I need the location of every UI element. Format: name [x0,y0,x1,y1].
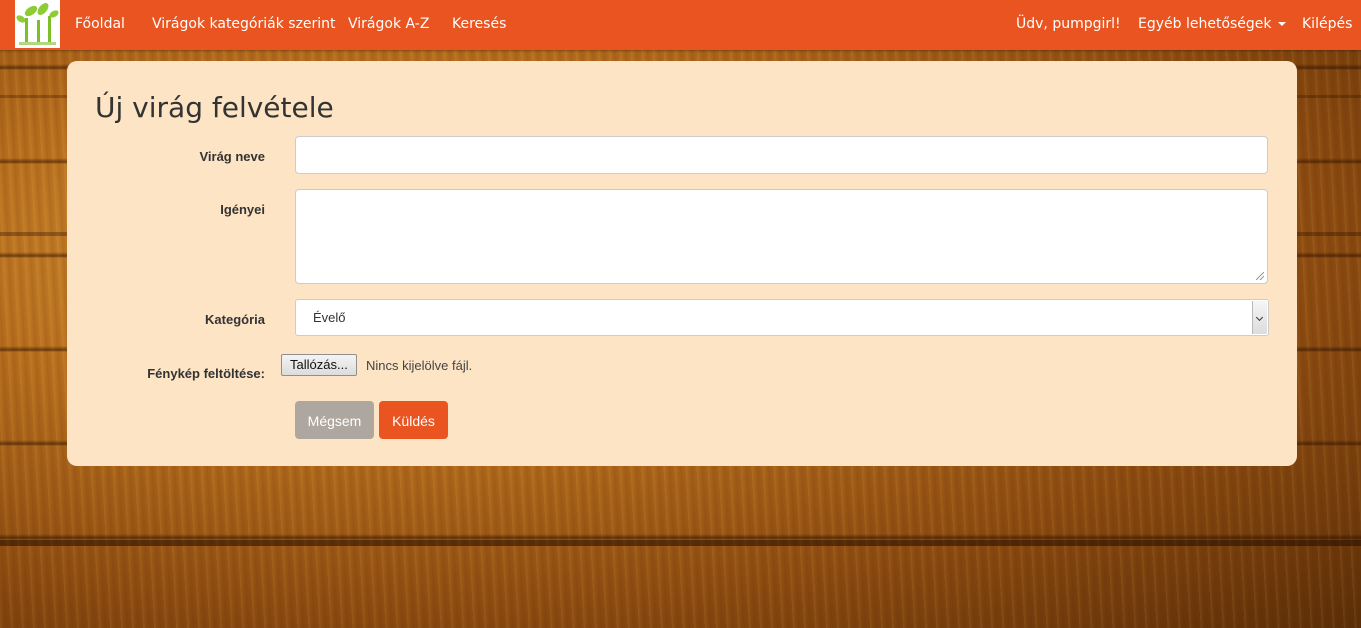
caret-down-icon [1277,22,1286,26]
wood-plank-seam [0,540,1361,546]
no-file-selected-text: Nincs kijelölve fájl. [366,358,473,373]
nav-more-options-dropdown[interactable]: Egyéb lehetőségek [1138,16,1286,32]
nav-logout-link[interactable]: Kilépés [1302,16,1352,32]
nav-home-link[interactable]: Főoldal [75,16,125,32]
nav-a-z-link[interactable]: Virágok A-Z [348,16,429,32]
more-options-label: Egyéb lehetőségek [1138,16,1272,32]
cancel-button[interactable]: Mégsem [295,401,374,439]
category-selected-value: Évelő [313,310,346,325]
photo-upload-label: Fénykép feltöltése: [147,366,265,381]
nav-greeting-link[interactable]: Üdv, pumpgirl! [1016,16,1121,32]
resize-grip-icon[interactable] [1256,272,1264,280]
category-select[interactable]: Évelő [295,299,1269,336]
flower-name-input[interactable] [295,136,1268,174]
nav-by-category-link[interactable]: Virágok kategóriák szerint [152,16,336,32]
site-logo[interactable] [15,0,60,48]
nav-search-link[interactable]: Keresés [452,16,506,32]
category-label: Kategória [205,312,265,327]
page-title: Új virág felvétele [95,91,334,124]
top-navbar: Főoldal Virágok kategóriák szerint Virág… [0,0,1361,50]
chevron-down-icon[interactable] [1252,301,1267,334]
needs-textarea[interactable] [295,189,1268,284]
browse-file-button[interactable]: Tallózás... [281,354,357,376]
submit-button[interactable]: Küldés [379,401,448,439]
sprout-icon [16,3,59,45]
add-flower-panel: Új virág felvétele Virág neve Igényei Ka… [67,61,1297,466]
needs-label: Igényei [220,202,265,217]
flower-name-label: Virág neve [199,149,265,164]
